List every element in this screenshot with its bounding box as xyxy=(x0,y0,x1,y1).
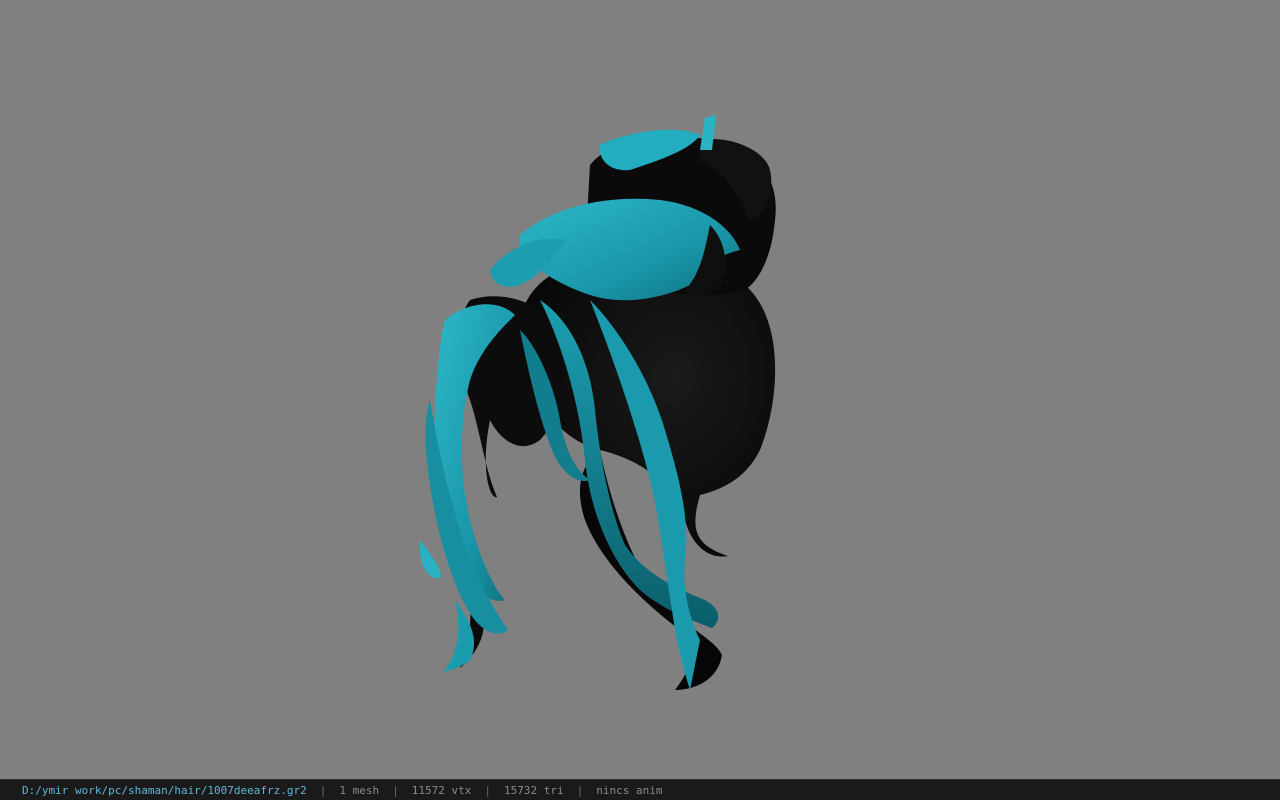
status-bar: D:/ymir work/pc/shaman/hair/1007deeafrz.… xyxy=(0,779,1280,800)
separator: | xyxy=(392,783,399,797)
animation-status: nincs anim xyxy=(596,783,663,797)
mesh-count: 1 mesh xyxy=(339,783,380,797)
separator: | xyxy=(319,783,327,797)
separator: | xyxy=(576,783,584,797)
file-path: D:/ymir work/pc/shaman/hair/1007deeafrz.… xyxy=(22,783,307,797)
triangle-count: 15732 tri xyxy=(504,783,564,797)
model-viewport[interactable] xyxy=(0,0,1280,779)
vertex-count: 11572 vtx xyxy=(411,783,472,797)
separator: | xyxy=(484,783,492,797)
hair-model-render[interactable] xyxy=(0,0,1280,779)
